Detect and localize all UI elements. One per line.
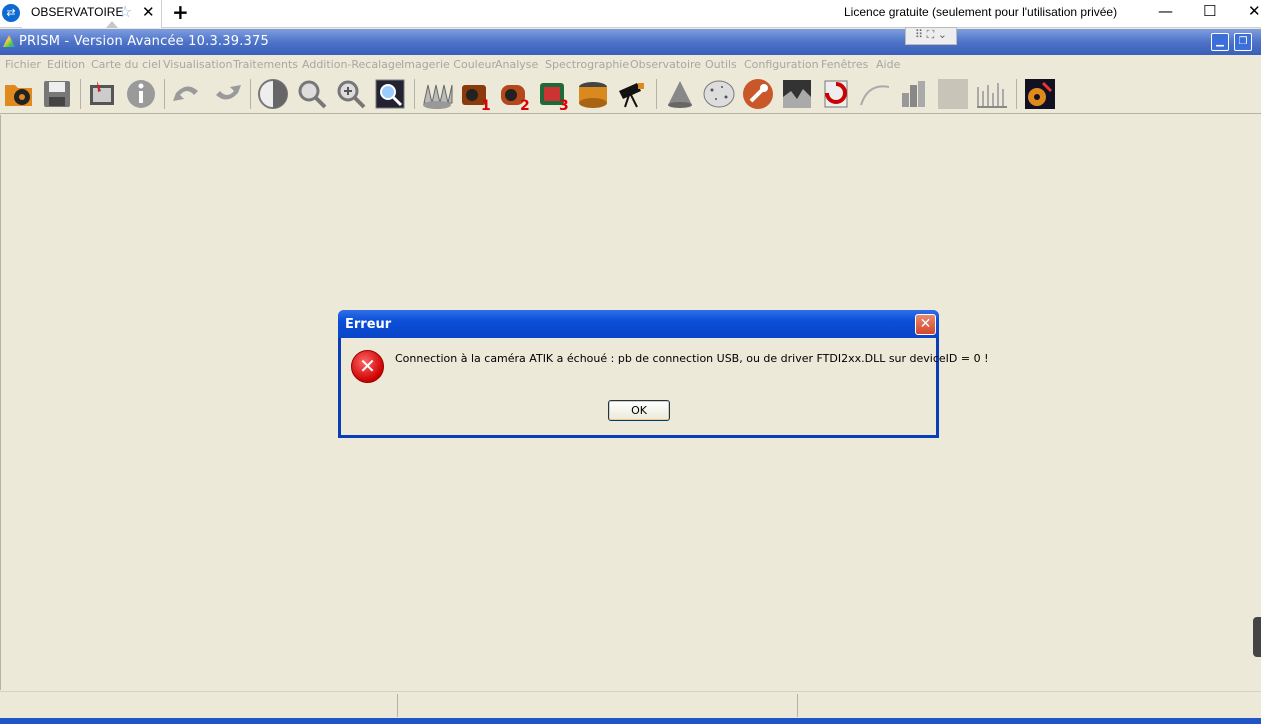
- zoom-fit-icon[interactable]: [373, 77, 407, 111]
- status-panel: [797, 694, 798, 717]
- spectrum-icon[interactable]: [975, 77, 1009, 111]
- session-tab-label: OBSERVATOIRE: [31, 5, 124, 19]
- save-icon[interactable]: [40, 77, 74, 111]
- error-dialog: Erreur ✕ ✕ Connection à la caméra ATIK a…: [338, 310, 989, 438]
- toolbar-separator: [1016, 79, 1017, 109]
- ok-button[interactable]: OK: [608, 400, 670, 421]
- menu-edition[interactable]: Edition: [47, 58, 85, 71]
- maximize-icon[interactable]: ☐: [1203, 2, 1216, 20]
- remote-control-widget[interactable]: ⠿ ⛶ ⌄: [905, 27, 957, 45]
- session-tab[interactable]: OBSERVATOIRE ☆ ✕: [22, 0, 162, 28]
- menu-bar: Fichier Edition Carte du ciel Visualisat…: [0, 55, 1261, 75]
- prism-logo-icon: [3, 35, 15, 47]
- svg-text:2: 2: [520, 98, 530, 111]
- wrench-icon[interactable]: [741, 77, 775, 111]
- edit-image-icon[interactable]: [85, 77, 119, 111]
- camera-3-icon[interactable]: 3: [537, 77, 571, 111]
- star-icon[interactable]: ☆: [118, 2, 132, 21]
- rotate-icon[interactable]: [819, 77, 853, 111]
- toolbar: 1 2 3: [0, 75, 1261, 114]
- close-window-icon[interactable]: ✕: [1248, 2, 1261, 20]
- menu-analyse[interactable]: Analyse: [495, 58, 538, 71]
- teamviewer-logo-icon[interactable]: ⇄: [2, 4, 20, 22]
- status-panel: [397, 694, 398, 717]
- zoom-out-icon[interactable]: [295, 77, 329, 111]
- cone-icon[interactable]: [663, 77, 697, 111]
- menu-configuration[interactable]: Configuration: [744, 58, 819, 71]
- menu-observatoire[interactable]: Observatoire: [630, 58, 701, 71]
- sawtooth-icon[interactable]: [420, 77, 454, 111]
- info-icon[interactable]: [124, 77, 158, 111]
- svg-text:1: 1: [481, 98, 491, 111]
- menu-outils[interactable]: Outils: [705, 58, 737, 71]
- toolbar-separator: [80, 79, 81, 109]
- dialog-title-bar[interactable]: Erreur ✕: [338, 310, 939, 338]
- minimize-icon[interactable]: —: [1158, 2, 1173, 20]
- dialog-close-button[interactable]: ✕: [915, 314, 936, 335]
- gear-settings-icon[interactable]: [1023, 77, 1057, 111]
- camera-1-icon[interactable]: 1: [459, 77, 493, 111]
- image-crop-icon[interactable]: [780, 77, 814, 111]
- mdi-minimize-button[interactable]: ▁: [1211, 33, 1229, 51]
- mdi-restore-button[interactable]: ❐: [1234, 33, 1252, 51]
- svg-text:3: 3: [559, 98, 569, 111]
- curve-icon[interactable]: [858, 77, 892, 111]
- dialog-title: Erreur: [345, 317, 392, 332]
- remote-side-handle[interactable]: [1253, 617, 1261, 657]
- remote-session-bar: ⇄ OBSERVATOIRE ☆ ✕ + Licence gratuite (s…: [0, 0, 1261, 28]
- menu-traitements[interactable]: Traitements: [233, 58, 298, 71]
- error-icon: ✕: [351, 350, 384, 383]
- histogram-icon[interactable]: [897, 77, 931, 111]
- app-title: PRISM - Version Avancée 10.3.39.375: [19, 34, 269, 49]
- menu-visualisation[interactable]: Visualisation: [163, 58, 232, 71]
- tab-arrow-icon: [106, 21, 118, 28]
- menu-spectrographie[interactable]: Spectrographie: [545, 58, 629, 71]
- toolbar-separator: [656, 79, 657, 109]
- add-tab-icon[interactable]: +: [172, 0, 189, 24]
- menu-aide[interactable]: Aide: [876, 58, 900, 71]
- menu-imagerie-couleur[interactable]: Imagerie Couleur: [401, 58, 496, 71]
- filter-wheel-icon[interactable]: [576, 77, 610, 111]
- toolbar-separator: [414, 79, 415, 109]
- redo-icon[interactable]: [210, 77, 244, 111]
- starfield-icon[interactable]: [702, 77, 736, 111]
- open-folder-icon[interactable]: [2, 77, 36, 111]
- contrast-icon[interactable]: [256, 77, 290, 111]
- close-tab-icon[interactable]: ✕: [142, 3, 155, 21]
- licence-text: Licence gratuite (seulement pour l'utili…: [844, 5, 1118, 19]
- taskbar-strip: [0, 718, 1261, 724]
- toolbar-separator: [250, 79, 251, 109]
- zoom-in-icon[interactable]: [334, 77, 368, 111]
- undo-icon[interactable]: [170, 77, 204, 111]
- menu-fichier[interactable]: Fichier: [5, 58, 41, 71]
- status-bar: [0, 691, 1261, 718]
- app-title-bar[interactable]: PRISM - Version Avancée 10.3.39.375 ⠿ ⛶ …: [0, 27, 1261, 55]
- camera-2-icon[interactable]: 2: [498, 77, 532, 111]
- menu-carte-du-ciel[interactable]: Carte du ciel: [91, 58, 161, 71]
- menu-addition-recalage[interactable]: Addition-Recalage: [302, 58, 402, 71]
- toolbar-separator: [164, 79, 165, 109]
- menu-fenetres[interactable]: Fenêtres: [821, 58, 868, 71]
- dialog-message: Connection à la caméra ATIK a échoué : p…: [395, 352, 989, 365]
- blank-icon[interactable]: [936, 77, 970, 111]
- telescope-icon[interactable]: [615, 77, 649, 111]
